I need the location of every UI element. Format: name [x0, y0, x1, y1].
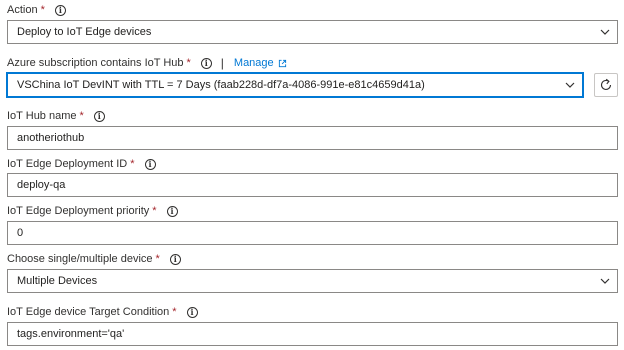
manage-link[interactable]: Manage [234, 57, 287, 69]
deployment-id-label-row: IoT Edge Deployment ID * i [7, 156, 156, 172]
chevron-down-icon [600, 278, 610, 284]
subscription-select[interactable]: VSChina IoT DevINT with TTL = 7 Days (fa… [6, 72, 584, 98]
target-condition-input-value: tags.environment='qa' [17, 328, 125, 340]
required-marker: * [172, 306, 177, 318]
info-icon[interactable]: i [200, 57, 212, 69]
device-choice-select[interactable]: Multiple Devices [7, 269, 618, 293]
info-icon[interactable]: i [169, 253, 181, 265]
deployment-id-input-value: deploy-qa [17, 179, 66, 191]
info-icon[interactable]: i [166, 205, 178, 217]
required-marker: * [152, 205, 157, 217]
deployment-id-label: IoT Edge Deployment ID [7, 158, 128, 170]
hub-name-input-value: anotheriothub [17, 132, 85, 144]
device-choice-label: Choose single/multiple device [7, 253, 153, 265]
refresh-button[interactable] [594, 73, 618, 97]
target-condition-label: IoT Edge device Target Condition [7, 306, 170, 318]
subscription-label: Azure subscription contains IoT Hub [7, 57, 184, 69]
device-choice-select-value: Multiple Devices [17, 275, 98, 287]
hub-name-input[interactable]: anotheriothub [7, 126, 618, 150]
action-label-row: Action * i [7, 2, 66, 18]
required-marker: * [79, 110, 84, 122]
action-select-value: Deploy to IoT Edge devices [17, 26, 152, 38]
deployment-id-input[interactable]: deploy-qa [7, 173, 618, 197]
deployment-priority-input[interactable]: 0 [7, 221, 618, 245]
required-marker: * [40, 4, 45, 16]
hub-name-label-row: IoT Hub name * i [7, 108, 105, 124]
target-condition-label-row: IoT Edge device Target Condition * i [7, 304, 198, 320]
refresh-icon [600, 78, 612, 91]
deployment-priority-label-row: IoT Edge Deployment priority * i [7, 203, 178, 219]
info-icon[interactable]: i [186, 306, 198, 318]
info-icon[interactable]: i [93, 110, 105, 122]
required-marker: * [186, 57, 191, 69]
info-icon[interactable]: i [144, 158, 156, 170]
external-link-icon [278, 59, 286, 67]
subscription-select-value: VSChina IoT DevINT with TTL = 7 Days (fa… [17, 79, 425, 91]
hub-name-label: IoT Hub name [7, 110, 77, 122]
chevron-down-icon [565, 82, 575, 88]
required-marker: * [155, 253, 160, 265]
subscription-label-row: Azure subscription contains IoT Hub * i … [7, 55, 287, 71]
separator: | [220, 56, 224, 70]
action-label: Action [7, 4, 38, 16]
required-marker: * [130, 158, 135, 170]
device-choice-label-row: Choose single/multiple device * i [7, 251, 181, 267]
action-select[interactable]: Deploy to IoT Edge devices [7, 20, 618, 44]
chevron-down-icon [600, 29, 610, 35]
deployment-priority-label: IoT Edge Deployment priority [7, 205, 150, 217]
deployment-priority-input-value: 0 [17, 227, 24, 239]
target-condition-input[interactable]: tags.environment='qa' [7, 322, 618, 346]
info-icon[interactable]: i [54, 4, 66, 16]
manage-link-label: Manage [233, 57, 274, 69]
